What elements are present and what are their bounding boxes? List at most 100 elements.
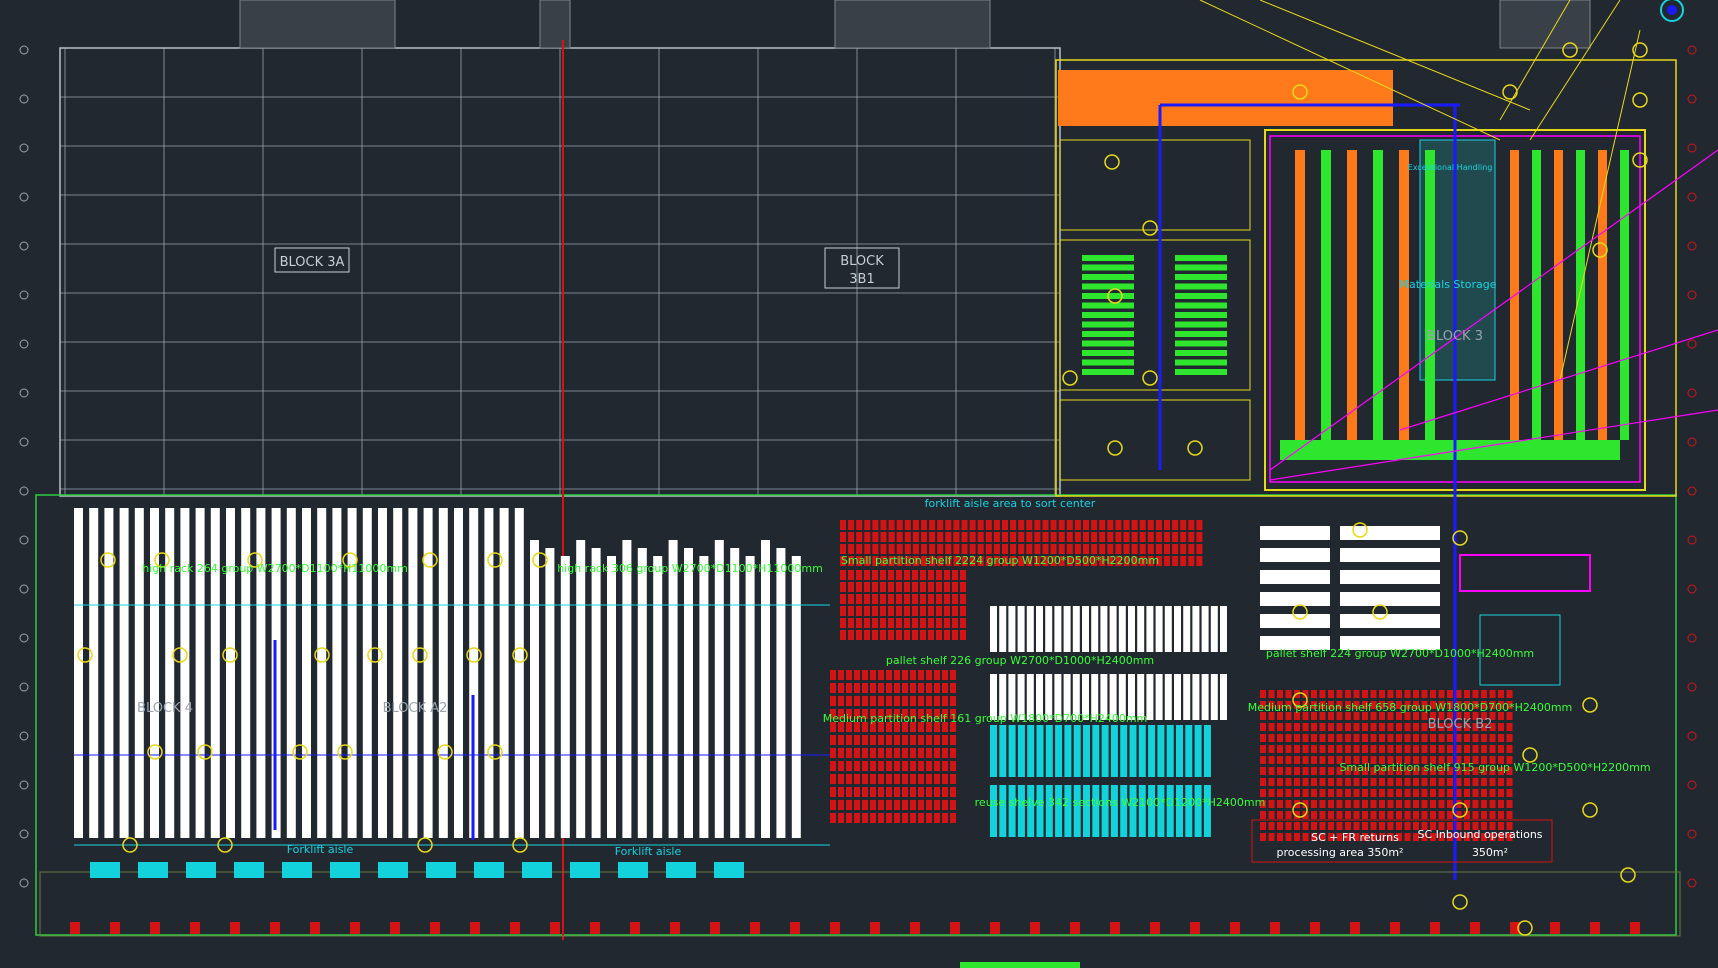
reuse-shelve	[1017, 725, 1025, 777]
small-partition-shelf	[896, 594, 902, 604]
dock-bumper	[1630, 922, 1640, 934]
medium-partition-shelf	[910, 800, 916, 810]
medium-partition-shelf	[1336, 745, 1343, 753]
small-partition-shelf	[840, 570, 846, 580]
small-partition-shelf	[953, 544, 960, 554]
reuse-shelve	[1027, 725, 1035, 777]
medium-partition-shelf	[886, 787, 892, 797]
medium-partition-shelf	[1311, 789, 1317, 797]
medium-partition-shelf	[1430, 811, 1436, 819]
small-partition-shelf	[880, 544, 887, 554]
reuse-shelve	[1101, 725, 1109, 777]
small-partition-shelf	[1066, 532, 1073, 542]
medium-partition-shelf	[950, 774, 956, 784]
medium-partition-shelf	[910, 683, 916, 693]
reuse-shelve	[1120, 785, 1128, 837]
medium-partition-shelf	[862, 800, 868, 810]
medium-partition-shelf	[1438, 778, 1445, 786]
medium-partition-shelf	[934, 774, 940, 784]
small-partition-shelf	[920, 594, 926, 604]
pallet-shelf	[1137, 606, 1145, 652]
medium-partition-shelf	[1336, 778, 1343, 786]
medium-partition-shelf	[1277, 789, 1283, 797]
green-shelf	[1175, 312, 1227, 318]
small-partition-shelf	[856, 630, 862, 640]
dock-bumper	[390, 922, 400, 934]
medium-partition-shelf	[1430, 800, 1436, 808]
medium-partition-shelf	[886, 683, 892, 693]
small-partition-shelf	[840, 594, 846, 604]
medium-partition-shelf	[1379, 723, 1385, 731]
medium-partition-shelf	[1464, 690, 1470, 698]
medium-partition-shelf	[926, 670, 932, 680]
medium-partition-shelf	[1311, 723, 1317, 731]
small-partition-shelf	[888, 570, 894, 580]
small-partition-shelf	[1091, 532, 1098, 542]
medium-partition-shelf	[1268, 734, 1275, 742]
small-partition-shelf	[1002, 532, 1008, 542]
small-partition-shelf	[912, 532, 919, 542]
small-partition-shelf	[864, 630, 870, 640]
small-partition-shelf	[945, 544, 952, 554]
dock-bumper	[350, 922, 360, 934]
medium-partition-shelf	[1319, 690, 1326, 698]
medium-partition-shelf	[862, 683, 868, 693]
medium-partition-shelf	[1268, 778, 1275, 786]
pallet-shelf	[1192, 674, 1200, 720]
medium-partition-shelf	[1260, 833, 1266, 841]
medium-partition-shelf	[894, 735, 900, 745]
medium-partition-shelf	[854, 800, 860, 810]
medium-partition-shelf	[902, 761, 908, 771]
small-partition-shelf	[1172, 544, 1179, 554]
medium-partition-shelf	[1302, 778, 1309, 786]
medium-partition-shelf	[1387, 811, 1394, 819]
medium-partition-shelf	[1336, 734, 1343, 742]
small-partition-shelf	[936, 618, 942, 628]
medium-partition-shelf	[1268, 745, 1275, 753]
medium-partition-shelf	[942, 696, 948, 706]
medium-partition-shelf	[1362, 811, 1368, 819]
medium-partition-shelf	[894, 748, 900, 758]
dock-bumper	[430, 922, 440, 934]
small-partition-shelf	[848, 606, 854, 616]
small-partition-shelf	[1050, 520, 1057, 530]
pallet-shelf	[1183, 674, 1191, 720]
medium-partition-shelf	[1311, 690, 1317, 698]
medium-partition-shelf	[934, 787, 940, 797]
small-partition-shelf	[1147, 532, 1154, 542]
medium-partition-shelf	[1277, 745, 1283, 753]
medium-partition-shelf	[918, 774, 924, 784]
high-rack	[165, 508, 175, 838]
high-rack	[423, 508, 433, 838]
medium-partition-shelf	[1421, 690, 1428, 698]
dock-bumper	[270, 922, 280, 934]
small-partition-shelf	[856, 532, 863, 542]
medium-partition-shelf	[926, 683, 932, 693]
dock-bumper	[1070, 922, 1080, 934]
small-partition-shelf	[1139, 532, 1146, 542]
medium-partition-shelf	[870, 683, 876, 693]
small-partition-shelf	[1010, 532, 1017, 542]
dock-door	[714, 862, 744, 878]
small-partition-shelf	[969, 520, 976, 530]
small-partition-shelf	[929, 544, 936, 554]
medium-partition-shelf	[878, 696, 884, 706]
dock-door	[666, 862, 696, 878]
reuse-shelve	[1203, 725, 1211, 777]
medium-partition-shelf	[870, 774, 876, 784]
svg-text:3B1: 3B1	[849, 272, 874, 287]
reuse-shelve	[1073, 725, 1081, 777]
small-partition-shelf	[944, 618, 950, 628]
small-partition-shelf	[1107, 520, 1114, 530]
medium-partition-shelf	[838, 735, 844, 745]
medium-partition-shelf	[926, 774, 932, 784]
medium-partition-shelf	[1404, 723, 1411, 731]
medium-partition-shelf	[1396, 778, 1402, 786]
medium-partition-shelf	[926, 800, 932, 810]
medium-partition-shelf	[1294, 833, 1300, 841]
small-partition-shelf	[864, 570, 870, 580]
medium-partition-shelf	[1319, 789, 1326, 797]
medium-partition-shelf	[1498, 745, 1504, 753]
pallet-shelf	[1063, 606, 1071, 652]
small-partition-shelf	[993, 544, 1000, 554]
